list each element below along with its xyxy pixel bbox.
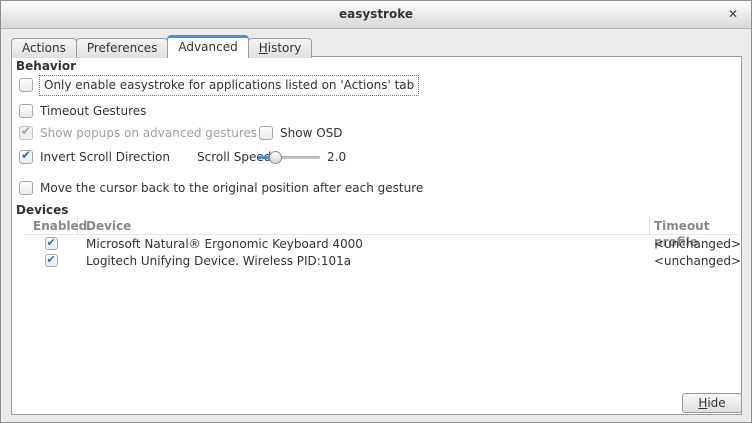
show-popups-label: Show popups on advanced gestures	[40, 126, 257, 140]
row-move-cursor: Move the cursor back to the original pos…	[19, 180, 735, 196]
column-header-device[interactable]: Device	[78, 218, 650, 234]
tab-advanced[interactable]: Advanced	[167, 35, 248, 58]
tab-bar: Actions Preferences Advanced History	[11, 35, 311, 58]
close-icon[interactable]: ✕	[728, 1, 738, 28]
tab-history-label-rest: istory	[268, 41, 302, 55]
slider-handle[interactable]	[269, 151, 282, 164]
row-timeout-gestures: Timeout Gestures	[19, 103, 735, 119]
devices-table: Enabled Device Timeout profile Microsoft…	[24, 218, 738, 269]
device-enabled-cell	[24, 254, 78, 267]
move-cursor-checkbox[interactable]	[19, 181, 33, 195]
row-only-enable: Only enable easystroke for applications …	[19, 74, 735, 96]
device-enabled-cell	[24, 237, 78, 250]
devices-table-header: Enabled Device Timeout profile	[24, 218, 738, 235]
hide-button-label-rest: ide	[707, 396, 725, 410]
titlebar[interactable]: easystroke ✕	[1, 1, 751, 29]
devices-heading: Devices	[16, 203, 68, 217]
row-popups-osd: Show popups on advanced gestures Show OS…	[19, 125, 735, 141]
show-osd-label[interactable]: Show OSD	[280, 126, 343, 140]
tab-preferences[interactable]: Preferences	[76, 38, 169, 58]
timeout-gestures-checkbox[interactable]	[19, 104, 33, 118]
behavior-heading: Behavior	[16, 59, 76, 73]
column-header-enabled[interactable]: Enabled	[24, 218, 78, 234]
device-timeout-cell: <unchanged>	[650, 254, 738, 268]
window-title: easystroke	[1, 1, 751, 28]
scroll-speed-slider[interactable]	[258, 150, 320, 164]
device-row[interactable]: Logitech Unifying Device. Wireless PID:1…	[24, 252, 738, 269]
tab-history[interactable]: History	[248, 38, 313, 58]
row-invert-scroll: Invert Scroll Direction Scroll Speed 2.0	[19, 149, 735, 165]
tab-history-mnemonic: H	[259, 41, 268, 55]
show-popups-checkbox	[19, 126, 33, 140]
show-osd-group: Show OSD	[259, 126, 343, 140]
device-name-cell: Microsoft Natural® Ergonomic Keyboard 40…	[78, 237, 650, 251]
tab-actions[interactable]: Actions	[11, 38, 77, 58]
hide-button-mnemonic: H	[698, 396, 707, 410]
device-row[interactable]: Microsoft Natural® Ergonomic Keyboard 40…	[24, 235, 738, 252]
timeout-gestures-label[interactable]: Timeout Gestures	[40, 104, 146, 118]
hide-button[interactable]: Hide	[682, 393, 742, 413]
device-enabled-checkbox[interactable]	[45, 237, 58, 250]
move-cursor-label[interactable]: Move the cursor back to the original pos…	[40, 181, 423, 195]
only-enable-label[interactable]: Only enable easystroke for applications …	[39, 75, 419, 96]
device-enabled-checkbox[interactable]	[45, 254, 58, 267]
device-timeout-cell: <unchanged>	[650, 237, 738, 251]
column-header-timeout-profile[interactable]: Timeout profile	[650, 218, 738, 234]
device-name-cell: Logitech Unifying Device. Wireless PID:1…	[78, 254, 650, 268]
easystroke-window: easystroke ✕ Actions Preferences Advance…	[0, 0, 752, 423]
show-osd-checkbox[interactable]	[259, 126, 273, 140]
invert-scroll-label[interactable]: Invert Scroll Direction	[40, 150, 170, 164]
advanced-tab-panel: Behavior Only enable easystroke for appl…	[11, 56, 742, 415]
scroll-speed-value: 2.0	[327, 150, 346, 164]
invert-scroll-checkbox[interactable]	[19, 150, 33, 164]
only-enable-checkbox[interactable]	[19, 78, 33, 92]
